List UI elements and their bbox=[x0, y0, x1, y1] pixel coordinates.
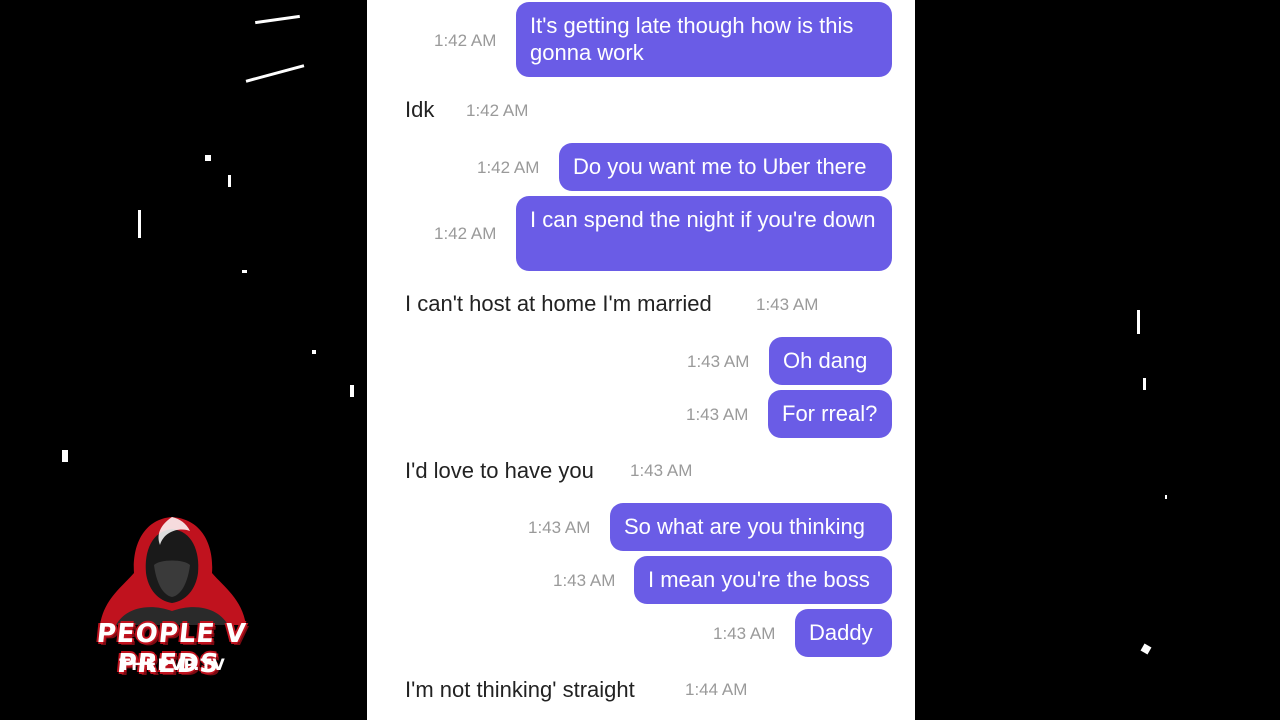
backdrop-speck bbox=[228, 175, 231, 187]
message-timestamp: 1:43 AM bbox=[553, 571, 616, 590]
message-timestamp: 1:43 AM bbox=[713, 624, 776, 643]
message-timestamp: 1:42 AM bbox=[434, 224, 497, 243]
backdrop-speck bbox=[255, 14, 300, 25]
message-timestamp: 1:43 AM bbox=[686, 405, 749, 424]
backdrop-speck bbox=[312, 350, 316, 354]
message-timestamp: 1:42 AM bbox=[466, 101, 529, 120]
sent-message-bubble[interactable]: Daddy bbox=[795, 609, 892, 657]
message-timestamp: 1:43 AM bbox=[687, 352, 750, 371]
backdrop-speck bbox=[1165, 495, 1167, 499]
backdrop-speck bbox=[350, 385, 354, 397]
logo-subtitle: THEPVP.TV bbox=[119, 655, 226, 674]
left-backdrop: PEOPLE V PREDS THEPVP.TV bbox=[0, 0, 367, 720]
message-timestamp: 1:42 AM bbox=[477, 158, 540, 177]
sent-message-bubble[interactable]: Oh dang bbox=[769, 337, 892, 385]
message-timestamp: 1:43 AM bbox=[630, 461, 693, 480]
backdrop-speck bbox=[1143, 378, 1146, 390]
sent-message-bubble[interactable]: I mean you're the boss bbox=[634, 556, 892, 604]
hooded-figure-icon bbox=[100, 517, 246, 625]
backdrop-speck bbox=[1140, 643, 1152, 655]
chat-panel[interactable]: 1:42 AM It's getting late though how is … bbox=[367, 0, 915, 720]
received-message-text[interactable]: Idk bbox=[405, 97, 434, 123]
sent-message-bubble[interactable]: So what are you thinking bbox=[610, 503, 892, 551]
message-timestamp: 1:44 AM bbox=[685, 680, 748, 699]
received-message-text[interactable]: I'm not thinking' straight bbox=[405, 677, 635, 703]
message-timestamp: 1:43 AM bbox=[756, 295, 819, 314]
backdrop-speck bbox=[1137, 310, 1140, 334]
received-message-text[interactable]: I'd love to have you bbox=[405, 458, 594, 484]
sent-message-bubble[interactable]: Do you want me to Uber there bbox=[559, 143, 892, 191]
backdrop-speck bbox=[242, 270, 247, 273]
sent-message-bubble[interactable]: For rreal? bbox=[768, 390, 892, 438]
message-timestamp: 1:42 AM bbox=[434, 31, 497, 50]
backdrop-speck bbox=[138, 210, 141, 238]
sent-message-bubble[interactable]: It's getting late though how is this gon… bbox=[516, 2, 892, 77]
right-backdrop bbox=[915, 0, 1280, 720]
received-message-text[interactable]: I can't host at home I'm married bbox=[405, 291, 712, 317]
backdrop-speck bbox=[62, 450, 68, 462]
sent-message-bubble[interactable]: I can spend the night if you're down bbox=[516, 196, 892, 271]
message-timestamp: 1:43 AM bbox=[528, 518, 591, 537]
backdrop-speck bbox=[245, 64, 305, 83]
backdrop-speck bbox=[205, 155, 211, 161]
channel-logo: PEOPLE V PREDS THEPVP.TV bbox=[60, 515, 285, 680]
